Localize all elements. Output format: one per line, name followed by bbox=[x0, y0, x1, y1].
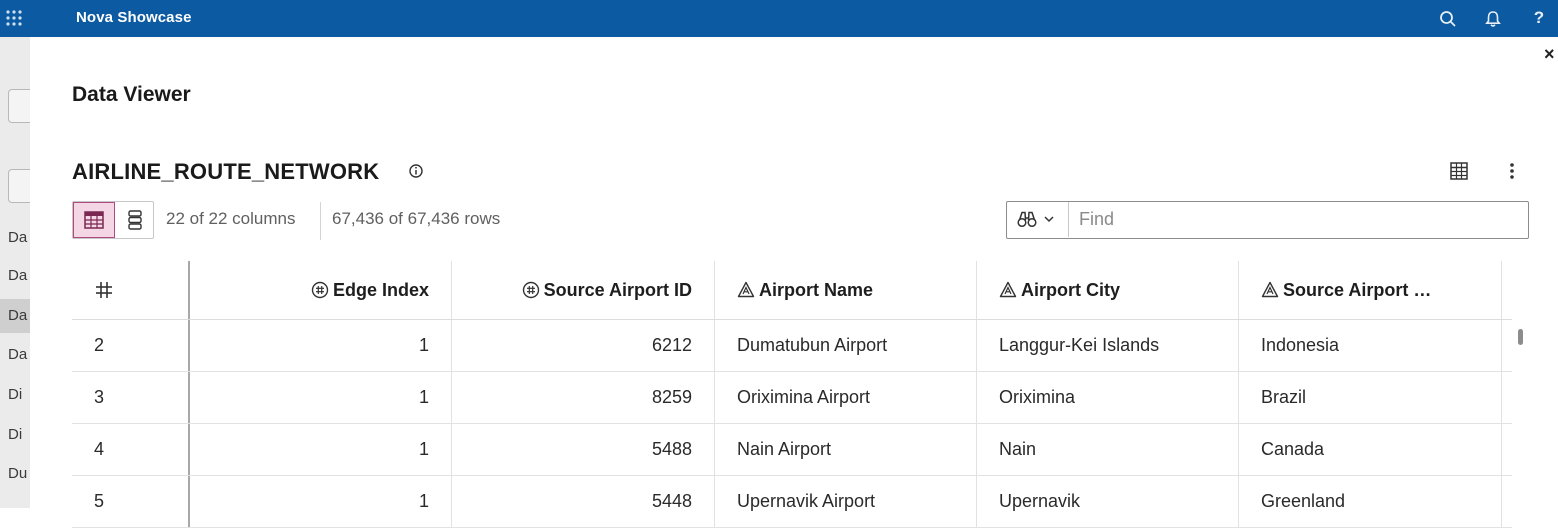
table-cell: Langgur-Kei Islands bbox=[977, 320, 1239, 371]
background-list-item-selected: Da bbox=[0, 299, 30, 333]
background-list-item: Di bbox=[8, 426, 23, 443]
table-cell: Indonesia bbox=[1239, 320, 1502, 371]
background-list-item: Da bbox=[8, 267, 28, 284]
column-header-airport-city[interactable]: Airport City bbox=[977, 261, 1239, 319]
table-row[interactable]: 4 1 5488 Nain Airport Nain Canada bbox=[72, 424, 1512, 476]
table-cell: 1 bbox=[190, 320, 452, 371]
table-cell: Greenland bbox=[1239, 476, 1502, 527]
background-button bbox=[8, 89, 30, 123]
info-icon[interactable] bbox=[408, 163, 424, 179]
table-cell bbox=[1502, 320, 1512, 371]
dialog-title: Data Viewer bbox=[72, 83, 191, 106]
background-sidebar: Da Da Da Da Di Di Du bbox=[0, 37, 30, 508]
table-cell: Nain Airport bbox=[715, 424, 977, 475]
table-cell: Brazil bbox=[1239, 372, 1502, 423]
character-column-icon bbox=[737, 281, 755, 298]
row-number-cell: 5 bbox=[72, 476, 190, 527]
row-number-header[interactable] bbox=[72, 261, 190, 319]
close-button[interactable]: × bbox=[1544, 45, 1555, 63]
table-cell: Upernavik Airport bbox=[715, 476, 977, 527]
table-cell bbox=[1502, 476, 1512, 527]
row-number-cell: 3 bbox=[72, 372, 190, 423]
table-columns-icon[interactable] bbox=[1449, 161, 1469, 181]
table-cell: 1 bbox=[190, 476, 452, 527]
table-cell: Canada bbox=[1239, 424, 1502, 475]
table-name: AIRLINE_ROUTE_NETWORK bbox=[72, 159, 380, 184]
divider bbox=[320, 202, 321, 240]
column-header-partial[interactable] bbox=[1502, 261, 1512, 319]
background-list-item: Da bbox=[8, 229, 28, 246]
background-list-item: Du bbox=[8, 465, 28, 482]
rows-count: 67,436 of 67,436 rows bbox=[332, 209, 501, 228]
app-header: Nova Showcase ? bbox=[0, 0, 1558, 37]
table-cell: Oriximina Airport bbox=[715, 372, 977, 423]
background-search-box bbox=[8, 169, 30, 203]
hash-icon bbox=[96, 282, 112, 298]
chevron-down-icon bbox=[1044, 216, 1054, 223]
table-view-button[interactable] bbox=[73, 202, 115, 238]
numeric-column-icon bbox=[522, 281, 539, 299]
background-list-item: Di bbox=[8, 386, 23, 403]
column-header-label: Source Airport ID bbox=[543, 279, 692, 300]
table-cell: 5448 bbox=[452, 476, 715, 527]
table-cell: Nain bbox=[977, 424, 1239, 475]
column-header-airport-name[interactable]: Airport Name bbox=[715, 261, 977, 319]
columns-count: 22 of 22 columns bbox=[166, 209, 296, 228]
table-row[interactable]: 2 1 6212 Dumatubun Airport Langgur-Kei I… bbox=[72, 320, 1512, 372]
table-cell bbox=[1502, 372, 1512, 423]
column-header-source-airport-id[interactable]: Source Airport ID bbox=[452, 261, 715, 319]
detail-view-icon bbox=[128, 210, 142, 230]
table-row[interactable]: 5 1 5448 Upernavik Airport Upernavik Gre… bbox=[72, 476, 1512, 528]
column-header-label: Airport City bbox=[1021, 279, 1120, 300]
table-view-icon bbox=[84, 211, 104, 229]
column-header-label: Airport Name bbox=[759, 279, 874, 300]
table-cell: Dumatubun Airport bbox=[715, 320, 977, 371]
row-number-cell: 4 bbox=[72, 424, 190, 475]
binoculars-icon bbox=[1017, 211, 1037, 228]
column-header-label: Edge Index bbox=[332, 279, 429, 300]
find-box bbox=[1006, 201, 1529, 239]
table-cell: Oriximina bbox=[977, 372, 1239, 423]
column-header-label: Source Airport … bbox=[1283, 279, 1432, 300]
detail-view-button[interactable] bbox=[117, 202, 153, 238]
table-cell: Upernavik bbox=[977, 476, 1239, 527]
character-column-icon bbox=[999, 281, 1017, 298]
column-header-edge-index[interactable]: Edge Index bbox=[190, 261, 452, 319]
app-title: Nova Showcase bbox=[76, 9, 192, 26]
background-list-item: Da bbox=[8, 346, 28, 363]
vertical-scrollbar-thumb[interactable] bbox=[1518, 329, 1523, 345]
column-header-source-airport-country[interactable]: Source Airport … bbox=[1239, 261, 1502, 319]
notifications-bell-icon[interactable] bbox=[1484, 10, 1502, 28]
find-mode-dropdown[interactable] bbox=[1007, 202, 1069, 237]
table-row[interactable]: 3 1 8259 Oriximina Airport Oriximina Bra… bbox=[72, 372, 1512, 424]
table-cell: 6212 bbox=[452, 320, 715, 371]
data-viewer-dialog: × Data Viewer AIRLINE_ROUTE_NETWORK 22 o… bbox=[30, 37, 1558, 528]
table-cell: 8259 bbox=[452, 372, 715, 423]
table-cell: 1 bbox=[190, 424, 452, 475]
character-column-icon bbox=[1261, 281, 1279, 298]
numeric-column-icon bbox=[311, 281, 329, 299]
help-icon[interactable]: ? bbox=[1530, 9, 1548, 27]
find-input[interactable] bbox=[1070, 202, 1525, 237]
table-cell: 5488 bbox=[452, 424, 715, 475]
search-icon[interactable] bbox=[1439, 10, 1457, 28]
app-grid-icon[interactable] bbox=[6, 10, 22, 26]
more-options-icon[interactable] bbox=[1502, 161, 1522, 181]
view-mode-toggle bbox=[72, 201, 154, 239]
row-number-cell: 2 bbox=[72, 320, 190, 371]
table-cell bbox=[1502, 424, 1512, 475]
table-cell: 1 bbox=[190, 372, 452, 423]
table-header-row: Edge Index Source Airport ID Airport Nam… bbox=[72, 261, 1512, 320]
